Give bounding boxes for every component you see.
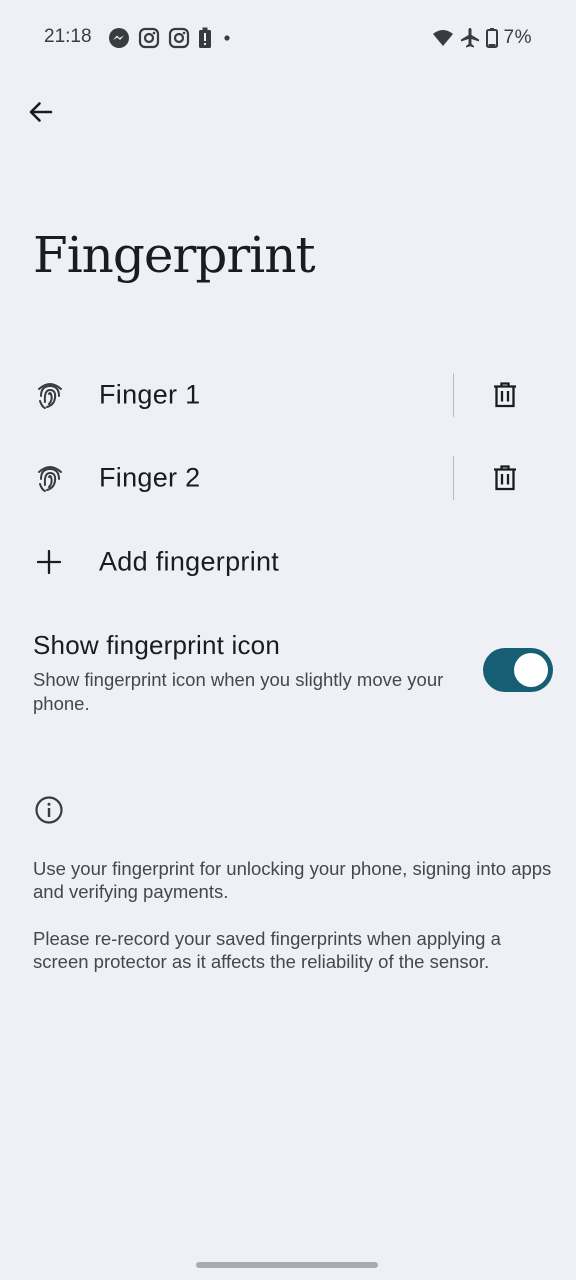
arrow-back-icon: [29, 102, 53, 122]
setting-description: Show fingerprint icon when you slightly …: [33, 669, 444, 714]
battery-icon: [485, 28, 498, 48]
fingerprint-label: Finger 1: [99, 379, 201, 410]
instagram-icon: [138, 27, 160, 49]
fingerprint-item-2[interactable]: Finger 2: [0, 439, 576, 517]
status-right-icons: 7%: [432, 25, 532, 51]
instagram-icon: [168, 27, 190, 49]
plus-icon: [36, 549, 62, 575]
setting-title: Show fingerprint icon: [33, 630, 280, 660]
notification-icons: [108, 26, 234, 50]
info-icon: [35, 796, 63, 824]
battery-percentage: 7%: [503, 27, 532, 48]
divider: [453, 373, 454, 417]
delete-fingerprint-button[interactable]: [488, 378, 522, 412]
dot-icon: [224, 35, 230, 41]
airplane-icon: [460, 28, 479, 48]
info-paragraph-1: Use your fingerprint for unlocking your …: [33, 858, 552, 902]
fingerprint-label: Finger 2: [99, 462, 201, 493]
battery-alert-icon: [199, 27, 211, 48]
divider: [453, 456, 454, 500]
fingerprint-icon: [38, 466, 62, 492]
delete-fingerprint-button[interactable]: [488, 461, 522, 495]
add-fingerprint-button[interactable]: Add fingerprint: [0, 523, 576, 601]
gesture-nav-handle[interactable]: [196, 1262, 378, 1268]
show-fingerprint-icon-toggle[interactable]: [483, 648, 553, 692]
fingerprint-item-1[interactable]: Finger 1: [0, 356, 576, 434]
info-paragraph-2: Please re-record your saved fingerprints…: [33, 928, 501, 972]
status-time: 21:18: [44, 26, 92, 47]
fingerprint-icon: [38, 383, 62, 409]
messenger-icon: [109, 28, 129, 48]
page-title: Fingerprint: [33, 226, 316, 284]
trash-icon: [494, 465, 516, 491]
wifi-icon: [432, 30, 453, 46]
toggle-knob: [514, 653, 548, 687]
trash-icon: [494, 382, 516, 408]
show-fingerprint-icon-setting[interactable]: Show fingerprint icon Show fingerprint i…: [0, 620, 576, 730]
back-button[interactable]: [22, 94, 58, 130]
add-fingerprint-label: Add fingerprint: [99, 546, 280, 577]
